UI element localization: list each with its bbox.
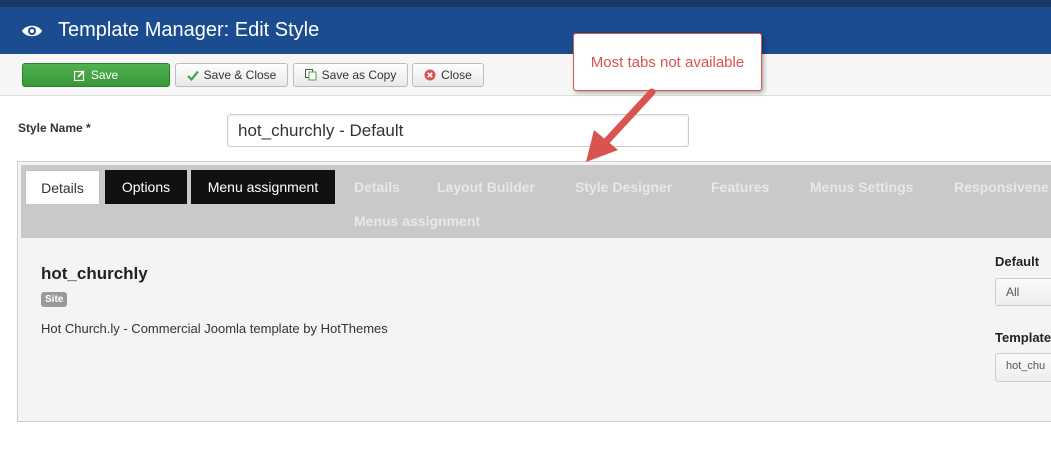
top-strip [0,0,1051,7]
template-select[interactable]: hot_chu [995,353,1051,382]
save-label: Save [90,68,119,82]
edit-icon [74,69,86,81]
annotation-arrow [586,88,656,162]
close-circle-icon [424,69,436,81]
template-description: Hot Church.ly - Commercial Joomla templa… [41,321,388,336]
tab-style-designer: Style Designer [575,179,673,195]
close-label: Close [441,68,472,82]
callout-text: Most tabs not available [590,53,745,71]
page-header: Template Manager: Edit Style [0,7,1051,54]
default-label: Default [995,254,1040,269]
annotation-callout: Most tabs not available [573,33,762,91]
tab-menu-assignment[interactable]: Menu assignment [191,170,335,204]
save-copy-label: Save as Copy [321,68,397,82]
tab-layout-builder: Layout Builder [437,179,536,195]
eye-icon [21,20,43,42]
close-button[interactable]: Close [412,63,484,87]
site-badge: Site [41,292,68,307]
tab-responsiveness: Responsivene [954,179,1049,195]
style-name-label: Style Name * [18,121,91,135]
tab-menus-settings: Menus Settings [810,179,914,195]
save-button[interactable]: Save [22,63,170,87]
save-copy-button[interactable]: Save as Copy [293,63,408,87]
save-close-button[interactable]: Save & Close [175,63,288,87]
check-icon [186,69,199,81]
copy-icon [304,69,317,81]
tab-options[interactable]: Options [105,170,187,204]
tab-details[interactable]: Details [25,170,100,204]
page-title: Template Manager: Edit Style [58,19,320,41]
save-close-label: Save & Close [203,68,277,82]
template-label: Template [995,330,1051,345]
template-name: hot_churchly [41,264,148,283]
tab-menus-assignment: Menus assignment [354,213,481,229]
toolbar: Save Save & Close Save as Copy Close [0,54,1051,96]
default-select[interactable]: All [995,278,1051,306]
tab-details-disabled: Details [354,179,400,195]
tab-features: Features [711,179,770,195]
